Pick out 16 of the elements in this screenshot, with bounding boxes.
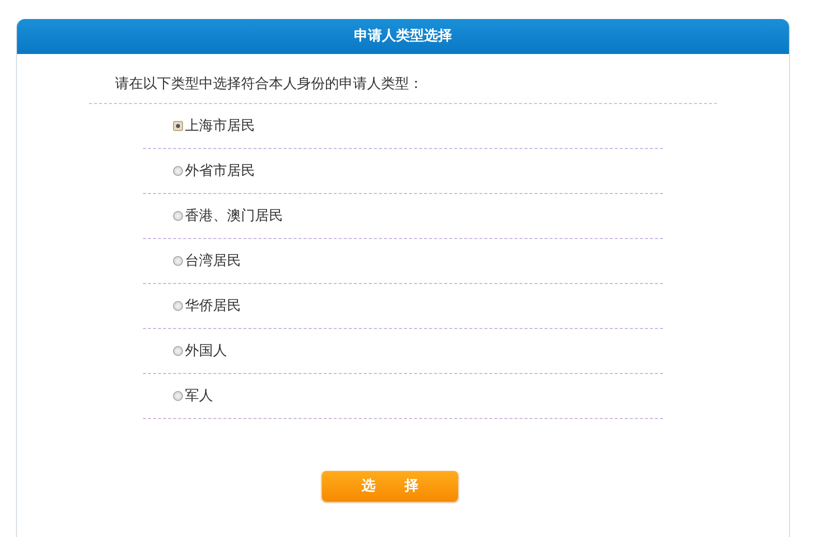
option-label[interactable]: 军人 — [185, 387, 213, 405]
panel-title: 申请人类型选择 — [17, 19, 789, 54]
radio-button[interactable] — [173, 301, 183, 311]
prompt-text: 请在以下类型中选择符合本人身份的申请人类型： — [115, 75, 423, 93]
option-label[interactable]: 外国人 — [185, 342, 227, 360]
radio-button[interactable] — [173, 346, 183, 356]
option-label[interactable]: 华侨居民 — [185, 297, 241, 315]
radio-button[interactable] — [173, 256, 183, 266]
option-label[interactable]: 外省市居民 — [185, 162, 255, 180]
option-label[interactable]: 上海市居民 — [185, 117, 255, 135]
radio-button[interactable] — [173, 166, 183, 176]
option-label[interactable]: 台湾居民 — [185, 252, 241, 270]
option-label[interactable]: 香港、澳门居民 — [185, 207, 283, 225]
radio-button[interactable] — [173, 121, 183, 131]
radio-button[interactable] — [173, 211, 183, 221]
radio-button[interactable] — [173, 391, 183, 401]
